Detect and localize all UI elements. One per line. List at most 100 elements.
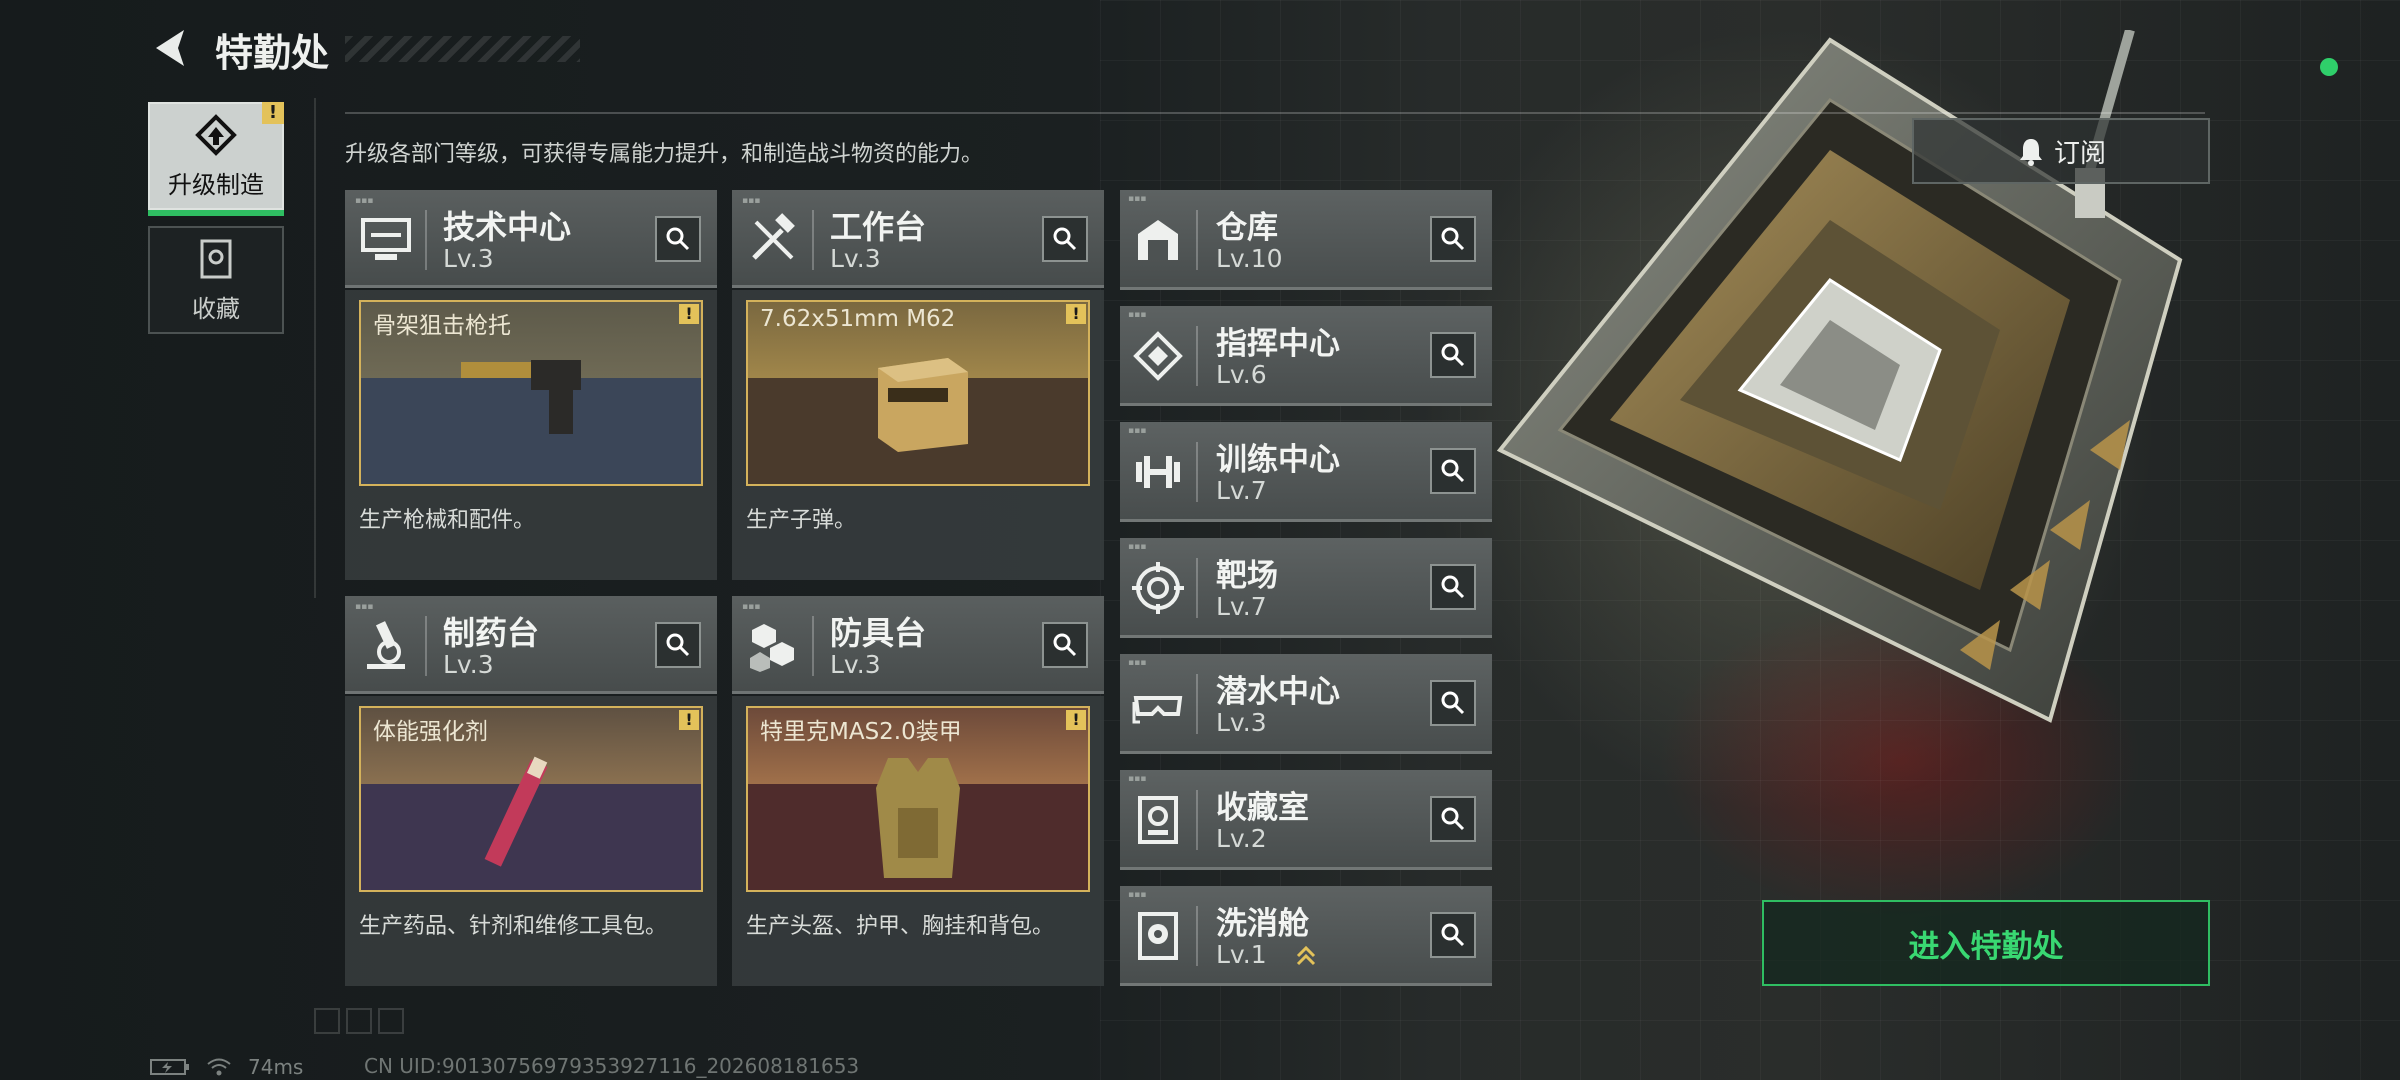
back-arrow-icon[interactable] xyxy=(148,26,192,70)
workshop-level: Lv.3 xyxy=(830,650,881,679)
warning-badge: ! xyxy=(679,304,699,324)
department-collection-room[interactable]: ▪▪▪ 收藏室 Lv.2 xyxy=(1120,770,1492,870)
department-level: Lv.7 xyxy=(1216,592,1267,621)
ping-text: 74ms xyxy=(248,1055,304,1079)
workshop-level: Lv.3 xyxy=(830,244,881,273)
workshop-body-pharmacy[interactable]: 体能强化剂 ! 生产药品、针剂和维修工具包。 xyxy=(345,696,717,986)
tiny-label: ▪▪▪ xyxy=(355,602,374,612)
search-button[interactable] xyxy=(655,622,701,668)
product-slot[interactable]: 体能强化剂 ! xyxy=(359,706,703,892)
search-button[interactable] xyxy=(1042,216,1088,262)
search-button[interactable] xyxy=(1430,564,1476,610)
department-level: Lv.3 xyxy=(1216,708,1267,737)
product-slot[interactable]: 特里克MAS2.0装甲 ! xyxy=(746,706,1090,892)
nav-divider xyxy=(314,98,316,598)
warning-badge: ! xyxy=(1066,304,1086,324)
department-level: Lv.10 xyxy=(1216,244,1283,273)
tiny-label: ▪▪▪ xyxy=(1128,542,1147,552)
search-icon xyxy=(1441,343,1465,367)
workshop-level: Lv.3 xyxy=(443,650,494,679)
workshop-header-tech[interactable]: ▪▪▪ 技术中心 Lv.3 xyxy=(345,190,717,288)
syringe-icon xyxy=(484,756,548,867)
department-training[interactable]: ▪▪▪ 训练中心 Lv.7 xyxy=(1120,422,1492,522)
department-range[interactable]: ▪▪▪ 靶场 Lv.7 xyxy=(1120,538,1492,638)
department-level: Lv.7 xyxy=(1216,476,1267,505)
upgrade-icon xyxy=(195,113,237,156)
side-tab-label: 升级制造 xyxy=(168,170,264,199)
product-name: 体能强化剂 xyxy=(373,719,488,745)
department-name: 洗消舱 xyxy=(1216,906,1309,942)
search-button[interactable] xyxy=(1430,332,1476,378)
title-stripe-decoration xyxy=(345,36,580,62)
search-icon xyxy=(666,633,690,657)
search-icon xyxy=(1441,459,1465,483)
search-button[interactable] xyxy=(1042,622,1088,668)
department-name: 仓库 xyxy=(1216,210,1278,246)
product-slot[interactable]: 骨架狙击枪托 ! xyxy=(359,300,703,486)
enter-special-ops-button[interactable]: 进入特勤处 xyxy=(1762,900,2210,986)
department-name: 靶场 xyxy=(1216,558,1278,594)
department-decontamination[interactable]: ▪▪▪ 洗消舱 Lv.1 xyxy=(1120,886,1492,986)
product-slot[interactable]: 7.62x51mm M62 ! xyxy=(746,300,1090,486)
side-tab-collection[interactable]: 收藏 xyxy=(148,226,284,334)
page-description: 升级各部门等级，可获得专属能力提升，和制造战斗物资的能力。 xyxy=(345,142,984,167)
workshop-header-armor[interactable]: ▪▪▪ 防具台 Lv.3 xyxy=(732,596,1104,694)
monitor-icon xyxy=(361,218,411,260)
warning-badge: ! xyxy=(262,102,284,124)
workshop-header-workbench[interactable]: ▪▪▪ 工作台 Lv.3 xyxy=(732,190,1104,288)
search-icon xyxy=(1053,227,1077,251)
bottom-decoration xyxy=(314,1008,404,1034)
search-button[interactable] xyxy=(1430,912,1476,958)
wifi-icon xyxy=(207,1058,231,1076)
workshop-name: 工作台 xyxy=(830,208,927,246)
item-separator xyxy=(1196,326,1198,386)
tiny-label: ▪▪▪ xyxy=(1128,658,1147,668)
workshop-description: 生产枪械和配件。 xyxy=(359,508,536,533)
department-warehouse[interactable]: ▪▪▪ 仓库 Lv.10 xyxy=(1120,190,1492,290)
workshop-header-pharmacy[interactable]: ▪▪▪ 制药台 Lv.3 xyxy=(345,596,717,694)
header-separator xyxy=(425,616,427,676)
chip-icon xyxy=(1133,331,1183,381)
subscribe-label: 订阅 xyxy=(2053,138,2106,169)
search-icon xyxy=(1441,227,1465,251)
search-button[interactable] xyxy=(1430,796,1476,842)
search-icon xyxy=(1441,575,1465,599)
product-name: 特里克MAS2.0装甲 xyxy=(760,719,962,745)
subscribe-button[interactable]: 订阅 xyxy=(1912,118,2210,184)
header-separator xyxy=(812,616,814,676)
tiny-label: ▪▪▪ xyxy=(742,196,761,206)
item-separator xyxy=(1196,210,1198,270)
item-separator xyxy=(1196,906,1198,966)
header-divider xyxy=(345,112,2205,114)
search-button[interactable] xyxy=(1430,448,1476,494)
gun-stock-icon xyxy=(461,360,581,434)
department-command[interactable]: ▪▪▪ 指挥中心 Lv.6 xyxy=(1120,306,1492,406)
search-button[interactable] xyxy=(655,216,701,262)
search-button[interactable] xyxy=(1430,216,1476,262)
department-level: Lv.6 xyxy=(1216,360,1267,389)
product-name: 7.62x51mm M62 xyxy=(760,306,956,332)
workshop-level: Lv.3 xyxy=(443,244,494,273)
search-icon xyxy=(1441,807,1465,831)
tiny-label: ▪▪▪ xyxy=(1128,890,1147,900)
workshop-body-armor[interactable]: 特里克MAS2.0装甲 ! 生产头盔、护甲、胸挂和背包。 xyxy=(732,696,1104,986)
tiny-label: ▪▪▪ xyxy=(742,602,761,612)
search-button[interactable] xyxy=(1430,680,1476,726)
department-name: 指挥中心 xyxy=(1216,326,1340,362)
warning-badge: ! xyxy=(1066,710,1086,730)
collection-icon xyxy=(1138,796,1178,844)
workshop-description: 生产药品、针剂和维修工具包。 xyxy=(359,914,668,939)
workshop-body-tech[interactable]: 骨架狙击枪托 ! 生产枪械和配件。 xyxy=(345,290,717,580)
microscope-icon xyxy=(367,621,405,669)
bell-icon xyxy=(2019,139,2042,166)
header-separator xyxy=(425,210,427,270)
workshop-body-workbench[interactable]: 7.62x51mm M62 ! 生产子弹。 xyxy=(732,290,1104,580)
search-icon xyxy=(1441,691,1465,715)
side-tab-upgrade[interactable]: 升级制造 ! xyxy=(148,102,284,216)
workshop-description: 生产子弹。 xyxy=(746,508,857,533)
collection-icon xyxy=(200,239,232,278)
department-diving[interactable]: ▪▪▪ 潜水中心 Lv.3 xyxy=(1120,654,1492,754)
goggles-icon xyxy=(1132,696,1183,724)
department-level: Lv.1 xyxy=(1216,940,1267,969)
side-tab-label: 收藏 xyxy=(192,294,240,323)
